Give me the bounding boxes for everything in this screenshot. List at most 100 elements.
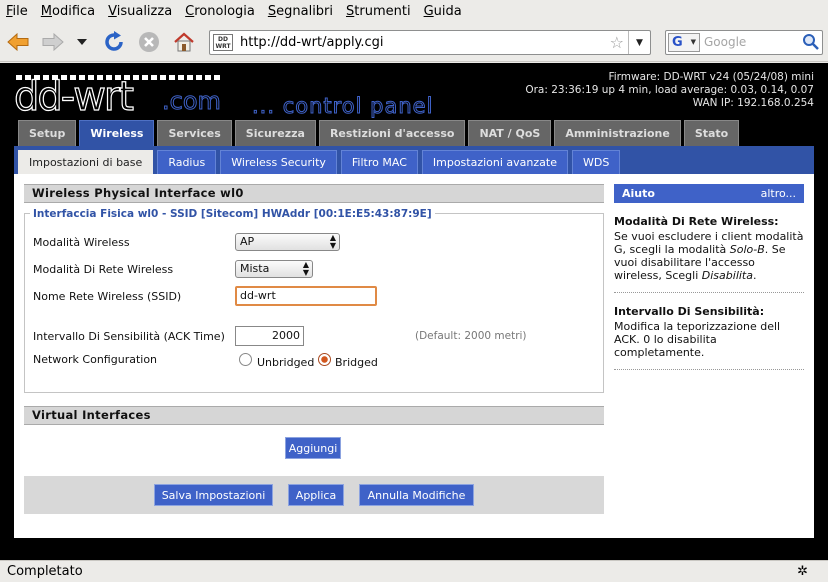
stop-icon [139,32,159,52]
main-tabs: Setup Wireless Services Sicurezza Restiz… [18,120,740,146]
logo-ddwrt: dd-wrt [13,74,134,120]
firmware-version: Firmware: DD-WRT v24 (05/24/08) mini [608,71,814,83]
forward-button[interactable] [40,29,66,55]
ack-input[interactable]: 2000 [235,326,304,346]
content-area: Wireless Physical Interface wl0 Interfac… [14,174,814,538]
subtab-impostazioni-base[interactable]: Impostazioni di base [18,150,154,174]
reload-icon [105,31,123,51]
help-network-mode-title: Modalità Di Rete Wireless: [614,215,779,228]
router-info: Firmware: DD-WRT v24 (05/24/08) mini Ora… [525,71,814,110]
main-panel: Wireless Physical Interface wl0 Interfac… [24,184,604,514]
help-panel: Aiuto altro... Modalità Di Rete Wireless… [614,184,804,370]
cancel-changes-button[interactable]: Annulla Modifiche [359,484,474,506]
ssid-row: Nome Rete Wireless (SSID) dd-wrt [33,286,593,308]
tab-stato[interactable]: Stato [683,120,740,146]
menu-file[interactable]: File [6,4,28,19]
help-divider [614,369,804,370]
network-mode-select[interactable]: Mista ▲ ▼ [235,260,313,278]
tab-amministrazione[interactable]: Amministrazione [554,120,681,146]
unbridged-radio[interactable] [239,353,252,366]
tab-nat-qos[interactable]: NAT / QoS [468,120,552,146]
select-arrows-icon: ▲ ▼ [329,233,336,250]
tab-services[interactable]: Services [157,120,232,146]
subtab-filtro-mac[interactable]: Filtro MAC [340,150,418,174]
tab-sicurezza[interactable]: Sicurezza [234,120,316,146]
help-sensitivity-body: Modifica la teporizzazione dell ACK. 0 l… [614,320,781,359]
forward-arrow-icon [42,33,64,51]
tab-wireless[interactable]: Wireless [79,120,155,146]
subtab-wds[interactable]: WDS [571,150,621,174]
back-arrow-icon [7,33,29,51]
ack-label: Intervallo Di Sensibilità (ACK Time) [33,330,225,343]
menu-modifica[interactable]: Modifica [41,4,95,19]
subtab-wireless-security[interactable]: Wireless Security [220,150,337,174]
back-button[interactable] [5,29,31,55]
bridged-radio[interactable] [318,353,331,366]
help-more-link[interactable]: altro... [761,187,796,200]
add-virtual-interface-button[interactable]: Aggiungi [285,437,341,459]
select-arrows-icon: ▲ ▼ [302,260,309,277]
apply-button[interactable]: Applica [288,484,344,506]
ssid-label: Nome Rete Wireless (SSID) [33,290,182,303]
tab-restrizioni[interactable]: Restizioni d'accesso [318,120,466,146]
ssid-input[interactable]: dd-wrt [235,286,377,306]
ddwrt-header: dd-wrt .com ... control panel Firmware: … [13,63,814,120]
search-input[interactable]: Google [704,35,746,49]
sub-tabs: Impostazioni di base Radius Wireless Sec… [18,150,621,174]
url-history-dropdown[interactable]: ▼ [628,31,650,54]
menu-visualizza[interactable]: Visualizza [108,4,172,19]
chevron-down-icon [77,39,87,45]
subtab-radius[interactable]: Radius [157,150,217,174]
browser-menubar: File Modifica Visualizza Cronologia Segn… [0,0,828,22]
url-text: http://dd-wrt/apply.cgi [240,35,384,50]
history-dropdown-button[interactable] [72,29,92,55]
reload-button[interactable] [101,29,127,55]
bookmark-star-icon[interactable]: ☆ [610,33,624,52]
logo-com: .com [162,87,222,116]
sub-tabs-bar: Impostazioni di base Radius Wireless Sec… [14,146,814,174]
wireless-mode-label: Modalità Wireless [33,236,130,249]
status-text: Completato [7,564,83,579]
address-bar[interactable]: DD WRT http://dd-wrt/apply.cgi ☆ ▼ [209,30,651,55]
search-bar[interactable]: G ▼ Google [665,30,823,55]
logo-control-panel: ... control panel [251,94,434,119]
menu-segnalibri[interactable]: Segnalibri [268,4,333,19]
ack-row: Intervallo Di Sensibilità (ACK Time) 200… [33,326,593,348]
uptime: Ora: 23:36:19 up 4 min, load average: 0.… [525,84,814,96]
stop-button[interactable] [136,29,162,55]
chevron-down-icon: ▼ [636,37,643,48]
subtab-impostazioni-avanzate[interactable]: Impostazioni avanzate [421,150,568,174]
bug-icon: ✲ [797,564,808,579]
magnifier-icon[interactable] [802,33,820,51]
network-config-label: Network Configuration [33,353,158,366]
interface-legend: Interfaccia Fisica wl0 - SSID [Sitecom] … [30,208,435,220]
help-title: Aiuto [622,187,655,200]
search-engine-selector[interactable]: G ▼ [668,33,700,52]
wireless-mode-row: Modalità Wireless AP ▲ ▼ [33,233,593,253]
menu-cronologia[interactable]: Cronologia [185,4,255,19]
tab-setup[interactable]: Setup [18,120,77,146]
unbridged-label: Unbridged [257,356,315,369]
home-button[interactable] [171,29,197,55]
physical-interface-header: Wireless Physical Interface wl0 [24,184,604,203]
web-page: dd-wrt .com ... control panel Firmware: … [0,63,828,560]
save-settings-button[interactable]: Salva Impostazioni [154,484,273,506]
home-icon [174,32,194,52]
network-mode-row: Modalità Di Rete Wireless Mista ▲ ▼ [33,260,593,280]
menu-guida[interactable]: Guida [424,4,462,19]
network-config-row: Network Configuration Unbridged Bridged [33,353,593,375]
help-divider [614,292,804,293]
help-sensitivity-title: Intervallo Di Sensibilità: [614,305,765,318]
browser-toolbar: DD WRT http://dd-wrt/apply.cgi ☆ ▼ G ▼ Go… [0,22,828,62]
physical-interface-fieldset: Interfaccia Fisica wl0 - SSID [Sitecom] … [24,208,604,393]
help-header: Aiuto altro... [614,184,804,203]
action-bar: Salva Impostazioni Applica Annulla Modif… [24,476,604,514]
wan-ip: WAN IP: 192.168.0.254 [692,97,814,109]
bridged-label: Bridged [335,356,378,369]
wireless-mode-select[interactable]: AP ▲ ▼ [235,233,340,251]
chevron-down-icon: ▼ [690,38,696,46]
menu-strumenti[interactable]: Strumenti [346,4,411,19]
virtual-interfaces-header: Virtual Interfaces [24,406,604,425]
network-mode-label: Modalità Di Rete Wireless [33,263,174,276]
browser-statusbar: Completato ✲ [0,560,828,582]
